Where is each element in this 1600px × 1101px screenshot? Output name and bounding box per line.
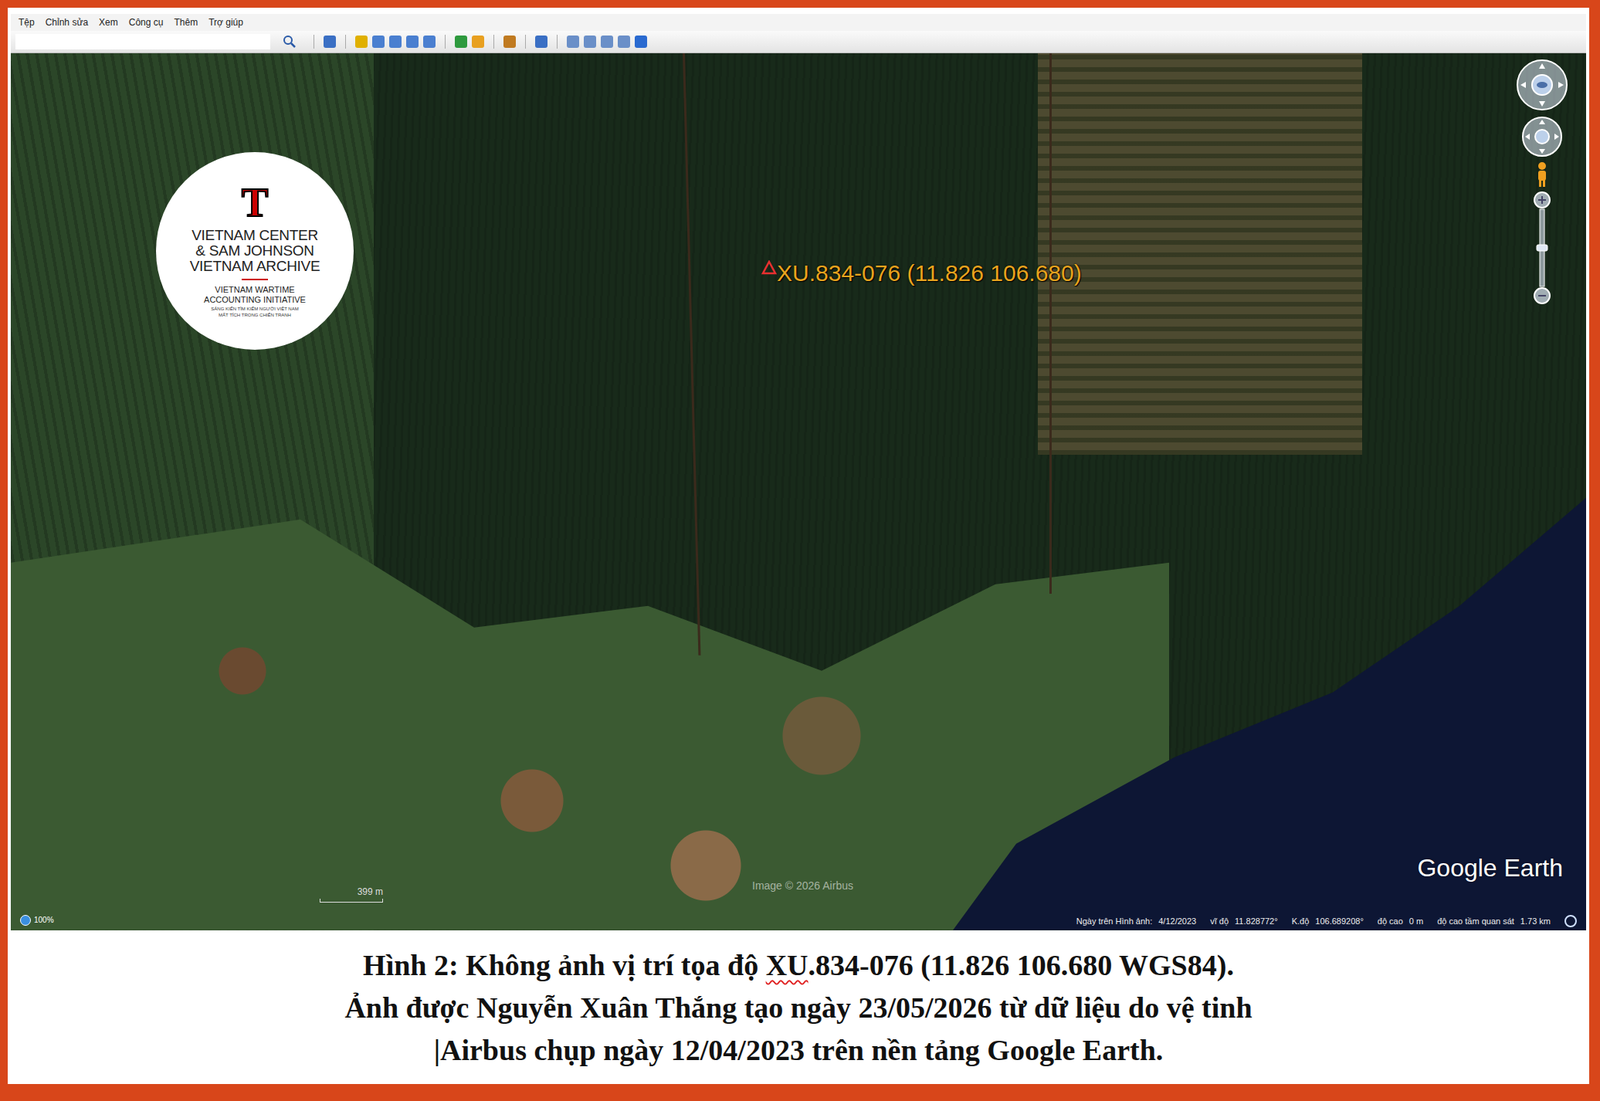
history-icon[interactable] <box>454 35 468 48</box>
map-terrain <box>1049 53 1052 594</box>
ruler-icon[interactable] <box>535 35 548 48</box>
logo-title: VIETNAM CENTER& SAM JOHNSONVIETNAM ARCHI… <box>189 227 321 275</box>
archive-logo: TVIETNAM CENTER& SAM JOHNSONVIETNAM ARCH… <box>155 152 354 350</box>
caption-text: Ảnh được Nguyễn Xuân Thắng tạo ngày 23/0… <box>344 991 1252 1024</box>
placemark[interactable]: XU.834-076 (11.826 106.680) <box>761 260 1082 287</box>
toolbar-separator <box>345 34 346 49</box>
satellite-map[interactable]: TVIETNAM CENTER& SAM JOHNSONVIETNAM ARCH… <box>10 53 1587 931</box>
status-field: vĩ độ11.828772° <box>1210 916 1278 926</box>
toolbar <box>10 30 1587 54</box>
earth-gallery-icon[interactable] <box>634 35 648 48</box>
status-field: độ cao0 m <box>1377 916 1424 926</box>
maps-icon[interactable] <box>617 35 631 48</box>
pegman-icon[interactable] <box>1534 161 1550 188</box>
search-panel-header <box>15 33 271 50</box>
toolbar-separator <box>493 34 495 49</box>
status-bar: Ngày trên Hình ảnh:4/12/2023 vĩ độ11.8287… <box>1076 915 1577 928</box>
toolbar-separator <box>556 34 558 49</box>
toolbar-separator <box>444 34 446 49</box>
streaming-icon <box>1564 915 1577 928</box>
search-icon[interactable] <box>282 34 297 49</box>
texas-tech-logo-icon: T <box>241 183 269 224</box>
status-field: K.độ106.689208° <box>1291 916 1364 926</box>
toolbar-separator <box>525 34 526 49</box>
status-field: độ cao tầm quan sát1.73 km <box>1437 916 1551 926</box>
menu-item[interactable]: Trợ giúp <box>208 16 244 28</box>
caption-text: |Airbus chụp ngày 12/04/2023 trên nền tả… <box>433 1033 1164 1067</box>
menu-item[interactable]: Xem <box>98 16 119 28</box>
menu-item[interactable]: Công cụ <box>128 16 164 28</box>
caption-text: Hình 2: Không ảnh vị trí tọa độ <box>362 949 767 982</box>
screenshot-card: TệpChỉnh sửaXemCông cụThêmTrợ giúpTVIETN… <box>7 7 1590 1085</box>
placemark-label: XU.834-076 (11.826 106.680) <box>776 260 1082 287</box>
toolbar-separator <box>313 34 315 49</box>
polygon-tool-icon[interactable] <box>372 35 385 48</box>
caption-line: Hình 2: Không ảnh vị trí tọa độ XU.834-0… <box>362 944 1234 987</box>
tour-tool-icon[interactable] <box>423 35 436 48</box>
logo-subtitle: VIETNAM WARTIMEACCOUNTING INITIATIVE <box>203 284 306 305</box>
map-terrain <box>10 498 1170 931</box>
path-tool-icon[interactable] <box>389 35 402 48</box>
navigation-controls <box>1515 57 1570 307</box>
menu-item[interactable]: Tệp <box>18 16 35 28</box>
zoom-slider-icon[interactable] <box>1532 190 1553 307</box>
loading-indicator: 100% <box>20 915 55 926</box>
scale-line <box>319 898 384 903</box>
caption-text: .834-076 (11.826 106.680 WGS84). <box>808 949 1234 982</box>
caption-line: Ảnh được Nguyễn Xuân Thắng tạo ngày 23/0… <box>344 986 1252 1030</box>
menu-bar: Tệp Chỉnh sửa Xem Công cụ Thêm Trợ giúp <box>10 13 1587 31</box>
email-icon[interactable] <box>566 35 580 48</box>
move-joystick-icon[interactable] <box>1520 115 1564 159</box>
print-icon[interactable] <box>583 35 597 48</box>
imagery-attribution: Image © 2026 Airbus <box>752 879 854 892</box>
placemark-triangle-icon <box>761 260 777 276</box>
save-image-icon[interactable] <box>600 35 614 48</box>
globe-icon <box>20 915 31 926</box>
menu-item[interactable]: Chỉnh sửa <box>45 16 89 28</box>
logo-tagline: SÁNG KIẾN TÌM KIẾM NGƯỜI VIỆT NAMMẤT TÍC… <box>210 306 299 319</box>
scale-label: 399 m <box>357 886 384 898</box>
google-earth-watermark: Google Earth <box>1416 854 1563 883</box>
figure-caption: Hình 2: Không ảnh vị trí tọa độ XU.834-0… <box>10 930 1587 1077</box>
caption-line: |Airbus chụp ngày 12/04/2023 trên nền tả… <box>433 1029 1164 1072</box>
overlay-tool-icon[interactable] <box>406 35 419 48</box>
sun-icon[interactable] <box>471 35 485 48</box>
loading-percent: 100% <box>33 915 55 925</box>
scale-bar: 399 m <box>319 886 384 903</box>
map-terrain <box>682 53 701 656</box>
placemark-tool-icon[interactable] <box>355 35 368 48</box>
menu-item[interactable]: Thêm <box>173 16 198 28</box>
logo-rule <box>241 278 268 281</box>
planet-icon[interactable] <box>503 35 516 48</box>
map-terrain <box>1037 53 1363 455</box>
look-joystick-icon[interactable] <box>1515 57 1570 112</box>
caption-text: XU <box>766 949 809 982</box>
page: TệpChỉnh sửaXemCông cụThêmTrợ giúpTVIETN… <box>0 0 1600 1101</box>
status-field: Ngày trên Hình ảnh:4/12/2023 <box>1076 916 1197 926</box>
sidebar-icon[interactable] <box>323 35 336 48</box>
